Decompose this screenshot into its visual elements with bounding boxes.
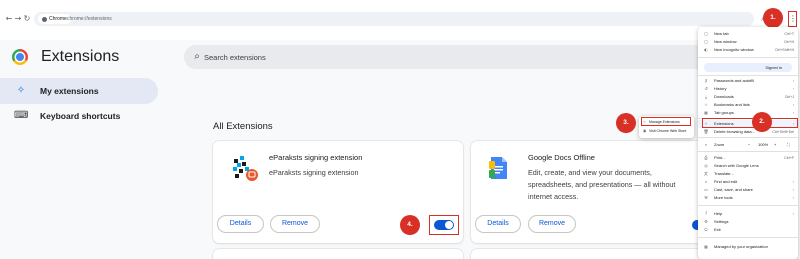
search-icon: ⌕ xyxy=(194,51,200,62)
google-docs-logo xyxy=(489,155,511,181)
extension-card-partial xyxy=(213,249,463,259)
new-tab-icon: ▢ xyxy=(704,31,708,36)
tab-groups-icon: ▦ xyxy=(704,110,708,115)
extension-card-google-docs-offline: Google Docs Offline Edit, create, and vi… xyxy=(471,141,711,243)
new-window-icon: ▢ xyxy=(704,39,708,44)
trash-icon: 🗑 xyxy=(703,129,709,134)
step-4-badge: 4. xyxy=(400,215,420,235)
step-2-badge: 2. xyxy=(752,112,772,132)
menu-divider xyxy=(698,237,798,238)
extension-description: eParaksts signing extension xyxy=(269,168,359,177)
tools-icon: ⚒ xyxy=(704,195,708,200)
web-store-icon: ▣ xyxy=(643,129,647,133)
zoom-in-button[interactable]: + xyxy=(774,141,776,149)
menu-item-new-window[interactable]: ▢ New window Ctrl+N xyxy=(698,38,798,46)
menu-divider xyxy=(698,75,798,76)
managed-icon: ▦ xyxy=(704,244,708,249)
menu-item-passwords[interactable]: ⚷ Passwords and autofill › xyxy=(698,77,798,85)
menu-item-delete-browsing-data[interactable]: 🗑 Delete browsing data... Ctrl+Shift+Del xyxy=(698,128,798,136)
exit-icon: ⏻ xyxy=(704,227,708,232)
menu-item-new-incognito[interactable]: ◐ New Incognito window Ctrl+Shift+N xyxy=(698,46,798,54)
menu-item-settings[interactable]: ⚙ Settings xyxy=(698,218,798,226)
menu-item-translate[interactable]: 文 Translate... xyxy=(698,170,798,178)
extension-description-line-2: spreadsheets, and presentations — all wi… xyxy=(528,180,676,189)
chrome-menu-kebab-icon[interactable]: ⋮ xyxy=(788,11,797,27)
extension-card-partial xyxy=(471,249,711,259)
menu-item-new-tab[interactable]: ▢ New tab Ctrl+T xyxy=(698,30,798,38)
menu-item-managed[interactable]: ▦ Managed by your organization xyxy=(698,243,798,251)
menu-item-help[interactable]: ? Help › xyxy=(698,210,798,218)
extensions-menu-highlight xyxy=(702,118,798,128)
url-text: chrome://extensions xyxy=(67,16,112,22)
zoom-icon: ⌕ xyxy=(704,142,708,147)
menu-divider xyxy=(698,57,798,58)
print-icon: ⎙ xyxy=(704,155,708,160)
extension-name: eParaksts signing extension xyxy=(269,153,363,162)
keyboard-icon: ⌨ xyxy=(14,110,29,121)
chrome-icon xyxy=(42,16,47,22)
search-bar[interactable]: ⌕ xyxy=(184,45,750,69)
sidebar-item-label: Keyboard shortcuts xyxy=(40,111,121,121)
menu-item-history[interactable]: ↺ History › xyxy=(698,85,798,93)
zoom-out-button[interactable]: − xyxy=(748,141,750,149)
step-3-badge: 3. xyxy=(616,113,636,133)
chrome-menu: ▢ New tab Ctrl+T ▢ New window Ctrl+N ◐ New In… xyxy=(698,27,798,259)
extensions-puzzle-icon: ✧ xyxy=(16,85,26,96)
visit-web-store-item[interactable]: ▣ Visit Chrome Web Store xyxy=(639,127,694,135)
download-icon: ⤓ xyxy=(705,94,707,99)
settings-icon: ⚙ xyxy=(704,219,708,224)
menu-item-bookmarks[interactable]: ☆ Bookmarks and lists › xyxy=(698,101,798,109)
lens-icon: ◎ xyxy=(704,163,708,168)
sidebar-item-my-extensions[interactable]: ✧ My extensions xyxy=(0,78,158,104)
extension-description-line-1: Edit, create, and view your documents, xyxy=(528,168,652,177)
browser-toolbar: ← → ↻ Chrome chrome://extensions ⌕ ☆ ⋮ xyxy=(0,0,800,40)
section-title: All Extensions xyxy=(213,121,273,132)
menu-item-print[interactable]: ⎙ Print... Ctrl+P xyxy=(698,154,798,162)
details-button[interactable]: Details xyxy=(475,215,521,233)
extension-description-line-3: internet access. xyxy=(528,192,579,201)
sidebar-item-keyboard-shortcuts[interactable]: ⌨ Keyboard shortcuts xyxy=(0,103,158,129)
site-chip-label: Chrome xyxy=(49,16,67,22)
key-icon: ⚷ xyxy=(704,78,708,83)
menu-item-more-tools[interactable]: ⚒ More tools › xyxy=(698,194,798,202)
step-1-badge: 1. xyxy=(763,8,783,28)
menu-item-label: Visit Chrome Web Store xyxy=(649,129,687,133)
translate-icon: 文 xyxy=(704,171,708,176)
address-bar[interactable]: Chrome chrome://extensions xyxy=(34,12,754,26)
cast-icon: ▭ xyxy=(704,187,708,192)
menu-item-exit[interactable]: ⏻ Exit xyxy=(698,226,798,234)
extension-card-eparaksts: eParaksts signing extension eParaksts si… xyxy=(213,141,463,243)
fullscreen-icon[interactable]: ⛶ xyxy=(787,141,790,149)
extension-name: Google Docs Offline xyxy=(528,153,595,162)
menu-item-cast-save-share[interactable]: ▭ Cast, save, and share › xyxy=(698,186,798,194)
menu-item-tab-groups[interactable]: ▦ Tab groups › xyxy=(698,109,798,117)
eparaksts-logo xyxy=(231,155,259,183)
manage-extensions-highlight xyxy=(641,117,691,126)
sidebar-item-label: My extensions xyxy=(40,86,99,96)
page-title: Extensions xyxy=(41,48,120,65)
find-icon: ⌕ xyxy=(704,179,708,184)
menu-divider xyxy=(698,137,798,138)
star-icon: ☆ xyxy=(704,102,708,107)
menu-item-zoom: ⌕ Zoom − 100% + ⛶ xyxy=(704,141,790,149)
history-icon: ↺ xyxy=(704,86,708,91)
menu-item-downloads[interactable]: ⤓ Downloads Ctrl+J xyxy=(698,93,798,101)
toggle-highlight xyxy=(429,215,459,235)
search-input[interactable] xyxy=(204,45,604,69)
reload-icon[interactable]: ↻ xyxy=(22,14,32,24)
extensions-page: ← → ↻ Chrome chrome://extensions ⌕ ☆ ⋮ 1… xyxy=(0,0,800,259)
incognito-icon: ◐ xyxy=(704,47,708,52)
menu-divider xyxy=(698,205,798,206)
chrome-logo xyxy=(12,49,28,65)
details-button[interactable]: Details xyxy=(217,215,264,233)
profile-signed-in[interactable]: Signed in xyxy=(704,63,792,72)
help-icon: ? xyxy=(704,211,708,216)
remove-button[interactable]: Remove xyxy=(270,215,320,233)
remove-button[interactable]: Remove xyxy=(528,215,576,233)
menu-item-google-lens[interactable]: ◎ Search with Google Lens xyxy=(698,162,798,170)
menu-item-find-edit[interactable]: ⌕ Find and edit › xyxy=(698,178,798,186)
menu-divider xyxy=(698,151,798,152)
zoom-level: 100% xyxy=(758,142,769,147)
site-chip[interactable]: Chrome xyxy=(38,14,71,24)
